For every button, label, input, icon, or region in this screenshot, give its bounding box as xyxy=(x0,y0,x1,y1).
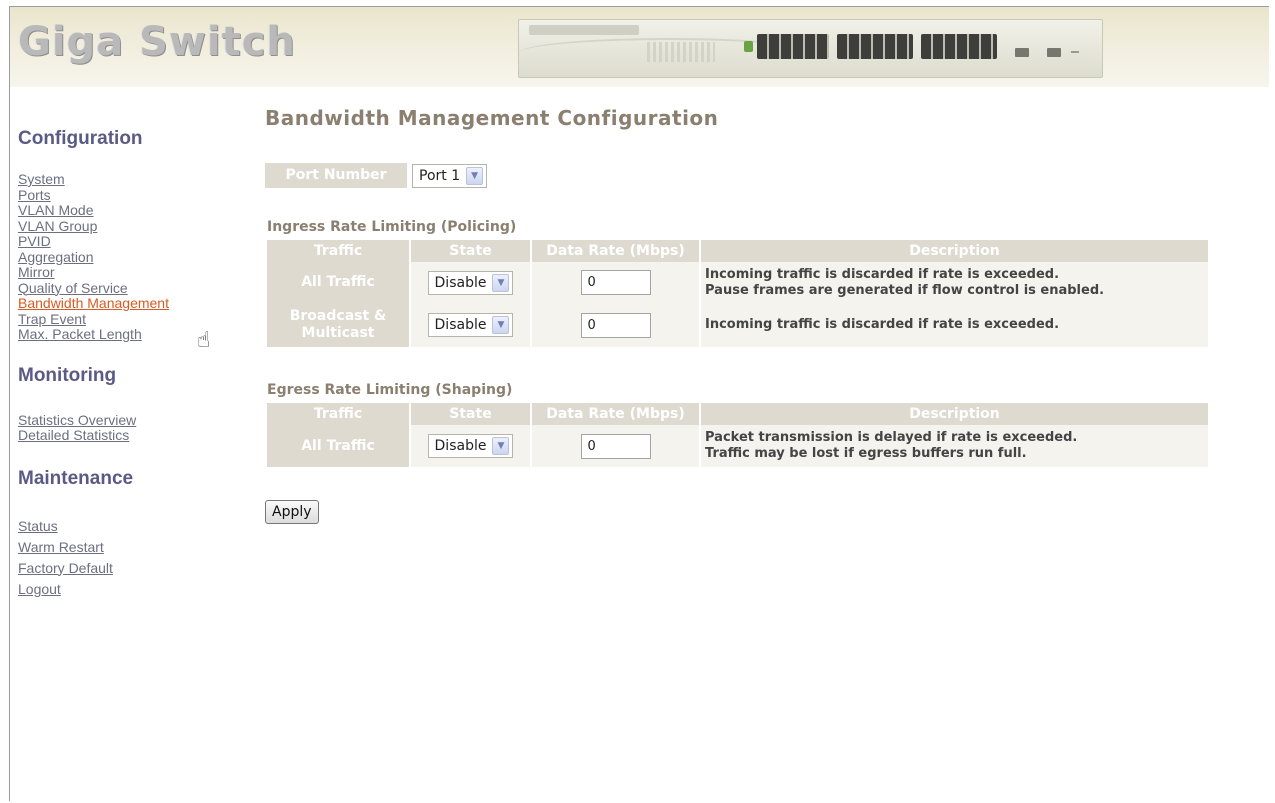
egress-table: Traffic State Data Rate (Mbps) Descripti… xyxy=(265,403,1210,467)
device-nameplate xyxy=(529,25,639,35)
sidebar-item-status[interactable]: Status xyxy=(18,516,248,537)
state-cell: Disable ▼ xyxy=(411,303,530,347)
sidebar-item-detailed-statistics[interactable]: Detailed Statistics xyxy=(18,427,248,444)
sidebar-item-warm-restart[interactable]: Warm Restart xyxy=(18,537,248,558)
sidebar-item-logout[interactable]: Logout xyxy=(18,579,248,600)
row-label-all-traffic: All Traffic xyxy=(267,425,409,467)
chevron-down-icon[interactable]: ▼ xyxy=(492,437,510,455)
state-select-value: Disable xyxy=(434,438,487,454)
maintenance-menu: Status Warm Restart Factory Default Logo… xyxy=(18,516,248,600)
port-block-3 xyxy=(921,34,997,59)
rate-cell: 0 xyxy=(532,262,699,303)
description-line: Incoming traffic is discarded if rate is… xyxy=(705,317,1060,332)
col-description: Description xyxy=(701,403,1208,425)
monitoring-menu: Statistics Overview Detailed Statistics xyxy=(18,412,248,444)
sidebar-item-vlan-group[interactable]: VLAN Group xyxy=(18,218,248,235)
description-line: Packet transmission is delayed if rate i… xyxy=(705,430,1078,445)
col-description: Description xyxy=(701,240,1208,262)
col-data-rate: Data Rate (Mbps) xyxy=(532,240,699,262)
state-cell: Disable ▼ xyxy=(411,425,530,467)
table-row: Broadcast & Multicast Disable ▼ 0 Incomi… xyxy=(267,303,1208,347)
sidebar-item-max-packet-length[interactable]: Max. Packet Length xyxy=(18,326,248,343)
sidebar-item-mirror[interactable]: Mirror xyxy=(18,264,248,281)
sidebar-heading-configuration: Configuration xyxy=(18,128,143,149)
ingress-table: Traffic State Data Rate (Mbps) Descripti… xyxy=(265,240,1210,347)
sidebar-item-system[interactable]: System xyxy=(18,171,248,188)
state-select[interactable]: Disable ▼ xyxy=(427,434,514,458)
row-label-all-traffic: All Traffic xyxy=(267,262,409,303)
sidebar-item-pvid[interactable]: PVID xyxy=(18,233,248,250)
ingress-header-row: Traffic State Data Rate (Mbps) Descripti… xyxy=(267,240,1208,262)
chevron-down-icon[interactable]: ▼ xyxy=(492,316,510,334)
description-line: Pause frames are generated if flow contr… xyxy=(705,282,1105,298)
state-cell: Disable ▼ xyxy=(411,262,530,303)
sidebar-heading-maintenance: Maintenance xyxy=(18,467,134,489)
table-row: All Traffic Disable ▼ 0 Incoming traffic… xyxy=(267,262,1208,303)
description-cell: Packet transmission is delayed if rate i… xyxy=(701,425,1208,467)
port-number-row: Port Number Port 1 ▼ xyxy=(265,163,488,188)
sidebar-item-vlan-mode[interactable]: VLAN Mode xyxy=(18,202,248,219)
col-traffic: Traffic xyxy=(267,240,409,262)
data-rate-input[interactable]: 0 xyxy=(580,312,651,338)
port-select-value: Port 1 xyxy=(419,167,461,184)
port-led-indicator xyxy=(744,41,753,52)
sidebar-item-bandwidth-management[interactable]: Bandwidth Management xyxy=(18,295,248,312)
page-title: Bandwidth Management Configuration xyxy=(265,106,719,130)
state-select[interactable]: Disable ▼ xyxy=(427,313,514,337)
port-select[interactable]: Port 1 ▼ xyxy=(412,163,488,188)
sidebar-item-quality-of-service[interactable]: Quality of Service xyxy=(18,280,248,297)
egress-header-row: Traffic State Data Rate (Mbps) Descripti… xyxy=(267,403,1208,425)
sidebar-heading-monitoring: Monitoring xyxy=(18,364,117,386)
port-block-1 xyxy=(757,34,829,59)
state-select-value: Disable xyxy=(434,317,487,333)
data-rate-input[interactable]: 0 xyxy=(580,433,651,459)
apply-button[interactable]: Apply xyxy=(265,500,319,524)
data-rate-input[interactable]: 0 xyxy=(580,270,651,295)
sfp-port-2 xyxy=(1047,48,1061,57)
sidebar-item-ports[interactable]: Ports xyxy=(18,187,248,204)
egress-heading: Egress Rate Limiting (Shaping) xyxy=(267,382,513,398)
sidebar-nav: Configuration System Ports VLAN Mode VLA… xyxy=(18,128,248,600)
col-data-rate: Data Rate (Mbps) xyxy=(532,403,699,425)
col-state: State xyxy=(411,403,530,425)
state-select[interactable]: Disable ▼ xyxy=(427,270,514,295)
main-content: Bandwidth Management Configuration Port … xyxy=(265,106,1225,524)
port-number-label: Port Number xyxy=(265,163,407,188)
description-line: Traffic may be lost if egress buffers ru… xyxy=(705,446,1027,461)
description-cell: Incoming traffic is discarded if rate is… xyxy=(701,262,1208,303)
rate-cell: 0 xyxy=(532,425,699,467)
sidebar-item-factory-default[interactable]: Factory Default xyxy=(18,558,248,579)
sidebar-item-aggregation[interactable]: Aggregation xyxy=(18,249,248,266)
hand-cursor-icon: ☝ xyxy=(197,328,211,353)
col-state: State xyxy=(411,240,530,262)
description-cell: Incoming traffic is discarded if rate is… xyxy=(701,303,1208,347)
row-label-line: Broadcast & xyxy=(289,308,387,324)
device-detail xyxy=(1071,51,1079,53)
sidebar-item-trap-event[interactable]: Trap Event xyxy=(18,311,248,328)
col-traffic: Traffic xyxy=(267,403,409,425)
device-vent-grid xyxy=(647,42,715,62)
port-block-2 xyxy=(837,34,913,59)
description-line: Incoming traffic is discarded if rate is… xyxy=(705,266,1060,282)
sidebar-item-statistics-overview[interactable]: Statistics Overview xyxy=(18,412,248,429)
logo: Giga Switch xyxy=(18,19,296,65)
configuration-menu: System Ports VLAN Mode VLAN Group PVID A… xyxy=(18,171,248,343)
chevron-down-icon[interactable]: ▼ xyxy=(492,273,510,292)
table-row: All Traffic Disable ▼ 0 Packet transmiss… xyxy=(267,425,1208,467)
chevron-down-icon[interactable]: ▼ xyxy=(466,166,484,185)
row-label-broadcast-multicast: Broadcast & Multicast xyxy=(267,303,409,347)
state-select-value: Disable xyxy=(434,274,487,291)
header-banner: Giga Switch xyxy=(10,7,1269,87)
switch-front-panel-image xyxy=(518,19,1103,78)
rate-cell: 0 xyxy=(532,303,699,347)
sfp-port-1 xyxy=(1015,48,1029,57)
row-label-line: Multicast xyxy=(301,325,375,341)
ingress-heading: Ingress Rate Limiting (Policing) xyxy=(267,219,517,235)
